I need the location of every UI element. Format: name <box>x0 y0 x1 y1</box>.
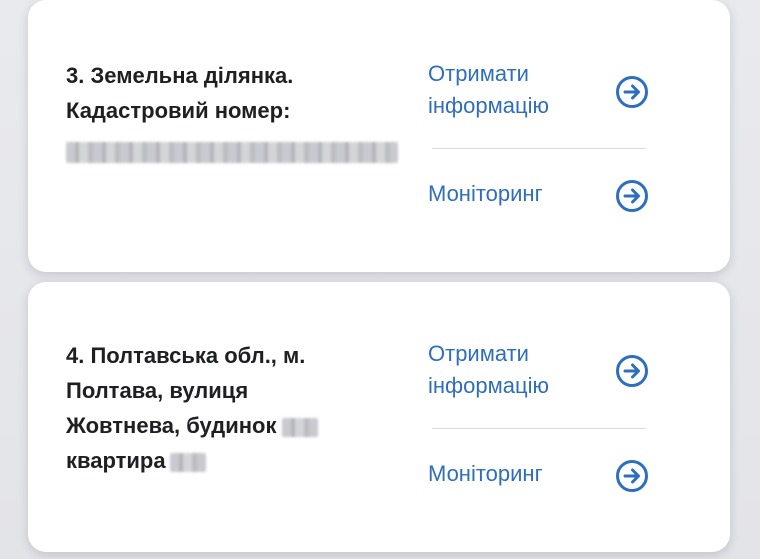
arrow-right-circle-icon <box>616 460 648 492</box>
property-title-line: квартира <box>66 443 396 478</box>
get-info-label: Отримати інформацію <box>428 341 549 398</box>
property-title: 3. Земельна ділянка. Кадастровий номер: <box>66 58 396 128</box>
get-info-link[interactable]: Отримати інформацію <box>428 58 650 128</box>
divider <box>432 428 646 429</box>
property-card-4: 4. Полтавська обл., м. Полтава, вулиця Ж… <box>28 282 730 552</box>
arrow-right-circle-icon <box>616 180 648 212</box>
property-title-line: Кадастровий номер: <box>66 98 291 123</box>
monitoring-label: Моніторинг <box>428 181 543 206</box>
arrow-right-circle-icon <box>616 76 648 108</box>
monitoring-label: Моніторинг <box>428 461 543 486</box>
property-title-line: 3. Земельна ділянка. <box>66 63 294 88</box>
get-info-link[interactable]: Отримати інформацію <box>428 338 650 408</box>
property-title-line: 4. Полтавська обл., м. <box>66 343 306 368</box>
property-card-3: 3. Земельна ділянка. Кадастровий номер: … <box>28 0 730 272</box>
divider <box>432 148 646 149</box>
monitoring-link[interactable]: Моніторинг <box>428 458 650 494</box>
property-title: 4. Полтавська обл., м. Полтава, вулиця Ж… <box>66 338 396 478</box>
property-title-line: Полтава, вулиця <box>66 378 249 403</box>
get-info-label: Отримати інформацію <box>428 61 549 118</box>
address-house-text: Жовтнева, будинок <box>66 413 277 438</box>
property-title-line: Жовтнева, будинок <box>66 408 396 443</box>
apartment-number-redacted <box>169 452 206 472</box>
monitoring-link[interactable]: Моніторинг <box>428 178 650 214</box>
address-apartment-text: квартира <box>66 448 166 473</box>
house-number-redacted <box>282 417 319 437</box>
arrow-right-circle-icon <box>616 355 648 387</box>
cadastral-number-redacted <box>66 142 398 163</box>
